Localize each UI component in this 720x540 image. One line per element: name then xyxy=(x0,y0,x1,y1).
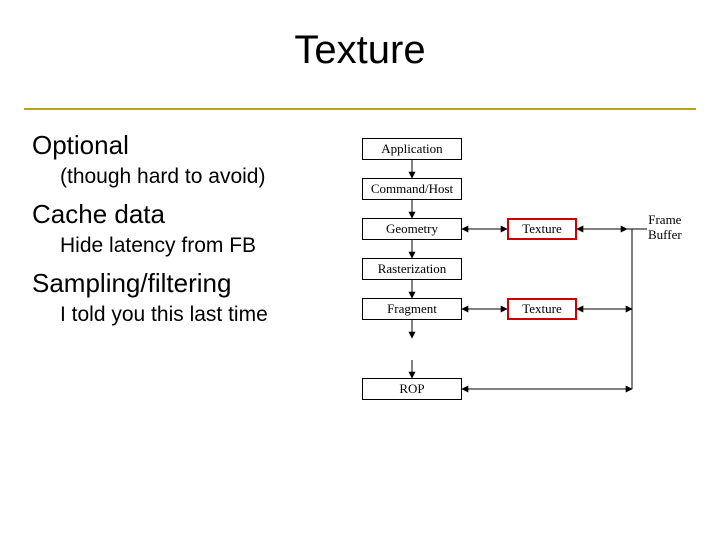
box-application: Application xyxy=(362,138,462,160)
point-cache-sub: Hide latency from FB xyxy=(60,234,268,258)
box-texture-bottom: Texture xyxy=(507,298,577,320)
box-geometry: Geometry xyxy=(362,218,462,240)
point-optional-sub: (though hard to avoid) xyxy=(60,165,268,189)
box-texture-top: Texture xyxy=(507,218,577,240)
slide: Texture Optional (though hard to avoid) … xyxy=(0,0,720,540)
box-command: Command/Host xyxy=(362,178,462,200)
label-frame-buffer: Frame Buffer xyxy=(648,213,682,243)
point-sampling: Sampling/filtering xyxy=(32,268,268,299)
box-rasterization: Rasterization xyxy=(362,258,462,280)
slide-title: Texture xyxy=(0,0,720,73)
content-area: Optional (though hard to avoid) Cache da… xyxy=(32,124,268,337)
label-frame: Frame xyxy=(648,212,681,227)
point-optional: Optional xyxy=(32,130,268,161)
box-fragment: Fragment xyxy=(362,298,462,320)
box-rop: ROP xyxy=(362,378,462,400)
point-cache: Cache data xyxy=(32,199,268,230)
label-buffer: Buffer xyxy=(648,227,682,242)
point-sampling-sub: I told you this last time xyxy=(60,303,268,327)
pipeline-diagram: Application Command/Host Geometry Raster… xyxy=(352,138,697,438)
title-divider xyxy=(24,108,696,110)
